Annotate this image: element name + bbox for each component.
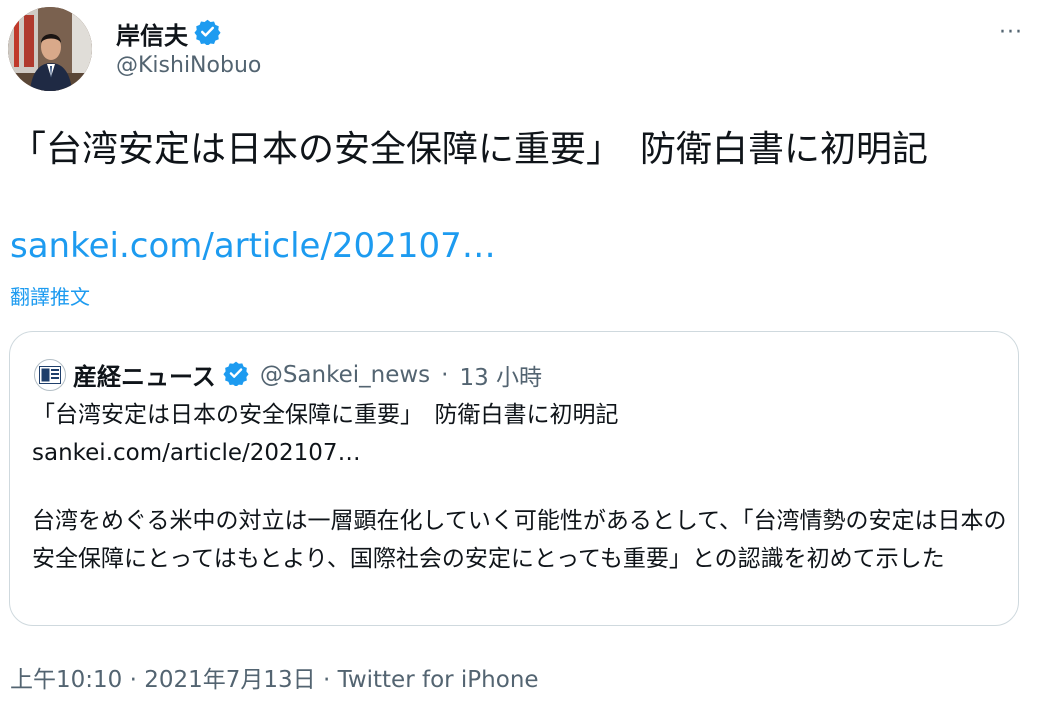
author-name[interactable]: 岸信夫 — [116, 16, 188, 51]
translate-tweet-link[interactable]: 翻譯推文 — [10, 281, 90, 310]
quoted-body-text: 台湾をめぐる米中の対立は一層顕在化していく可能性があるとして、「台湾情勢の安定は… — [32, 508, 1007, 572]
author-name-row[interactable]: 岸信夫 — [116, 16, 221, 51]
quoted-tweet-header: 産経ニュース @Sankei_news · 13 小時 — [34, 357, 542, 392]
tweet-timestamp[interactable]: 上午10:10 · 2021年7月13日 · Twitter for iPhon… — [10, 660, 539, 694]
quoted-author-handle[interactable]: @Sankei_news — [260, 362, 430, 388]
tweet-text: 「台湾安定は日本の安全保障に重要」 防衛白書に初明記 — [10, 129, 929, 170]
sankei-logo-avatar[interactable] — [34, 358, 66, 391]
more-horizontal-icon[interactable]: ··· — [999, 20, 1023, 45]
quoted-headline: 「台湾安定は日本の安全保障に重要」 防衛白書に初明記 — [32, 402, 619, 428]
author-handle[interactable]: @KishiNobuo — [116, 53, 261, 78]
quoted-link: sankei.com/article/202107… — [32, 440, 361, 466]
quoted-author-name[interactable]: 産経ニュース — [73, 357, 216, 392]
verified-badge-icon — [194, 18, 221, 49]
newspaper-icon — [39, 365, 61, 384]
tweet-link[interactable]: sankei.com/article/202107… — [10, 226, 496, 266]
quoted-tweet-card[interactable]: 産経ニュース @Sankei_news · 13 小時 「台湾安定は日本の安全保… — [9, 331, 1019, 626]
meta-separator: · — [441, 361, 449, 388]
quoted-tweet-time[interactable]: 13 小時 — [459, 358, 542, 392]
quoted-tweet-body: 「台湾安定は日本の安全保障に重要」 防衛白書に初明記 sankei.com/ar… — [32, 396, 1007, 578]
author-avatar[interactable] — [8, 7, 92, 91]
verified-badge-icon — [223, 360, 249, 390]
avatar-photo — [8, 7, 92, 91]
